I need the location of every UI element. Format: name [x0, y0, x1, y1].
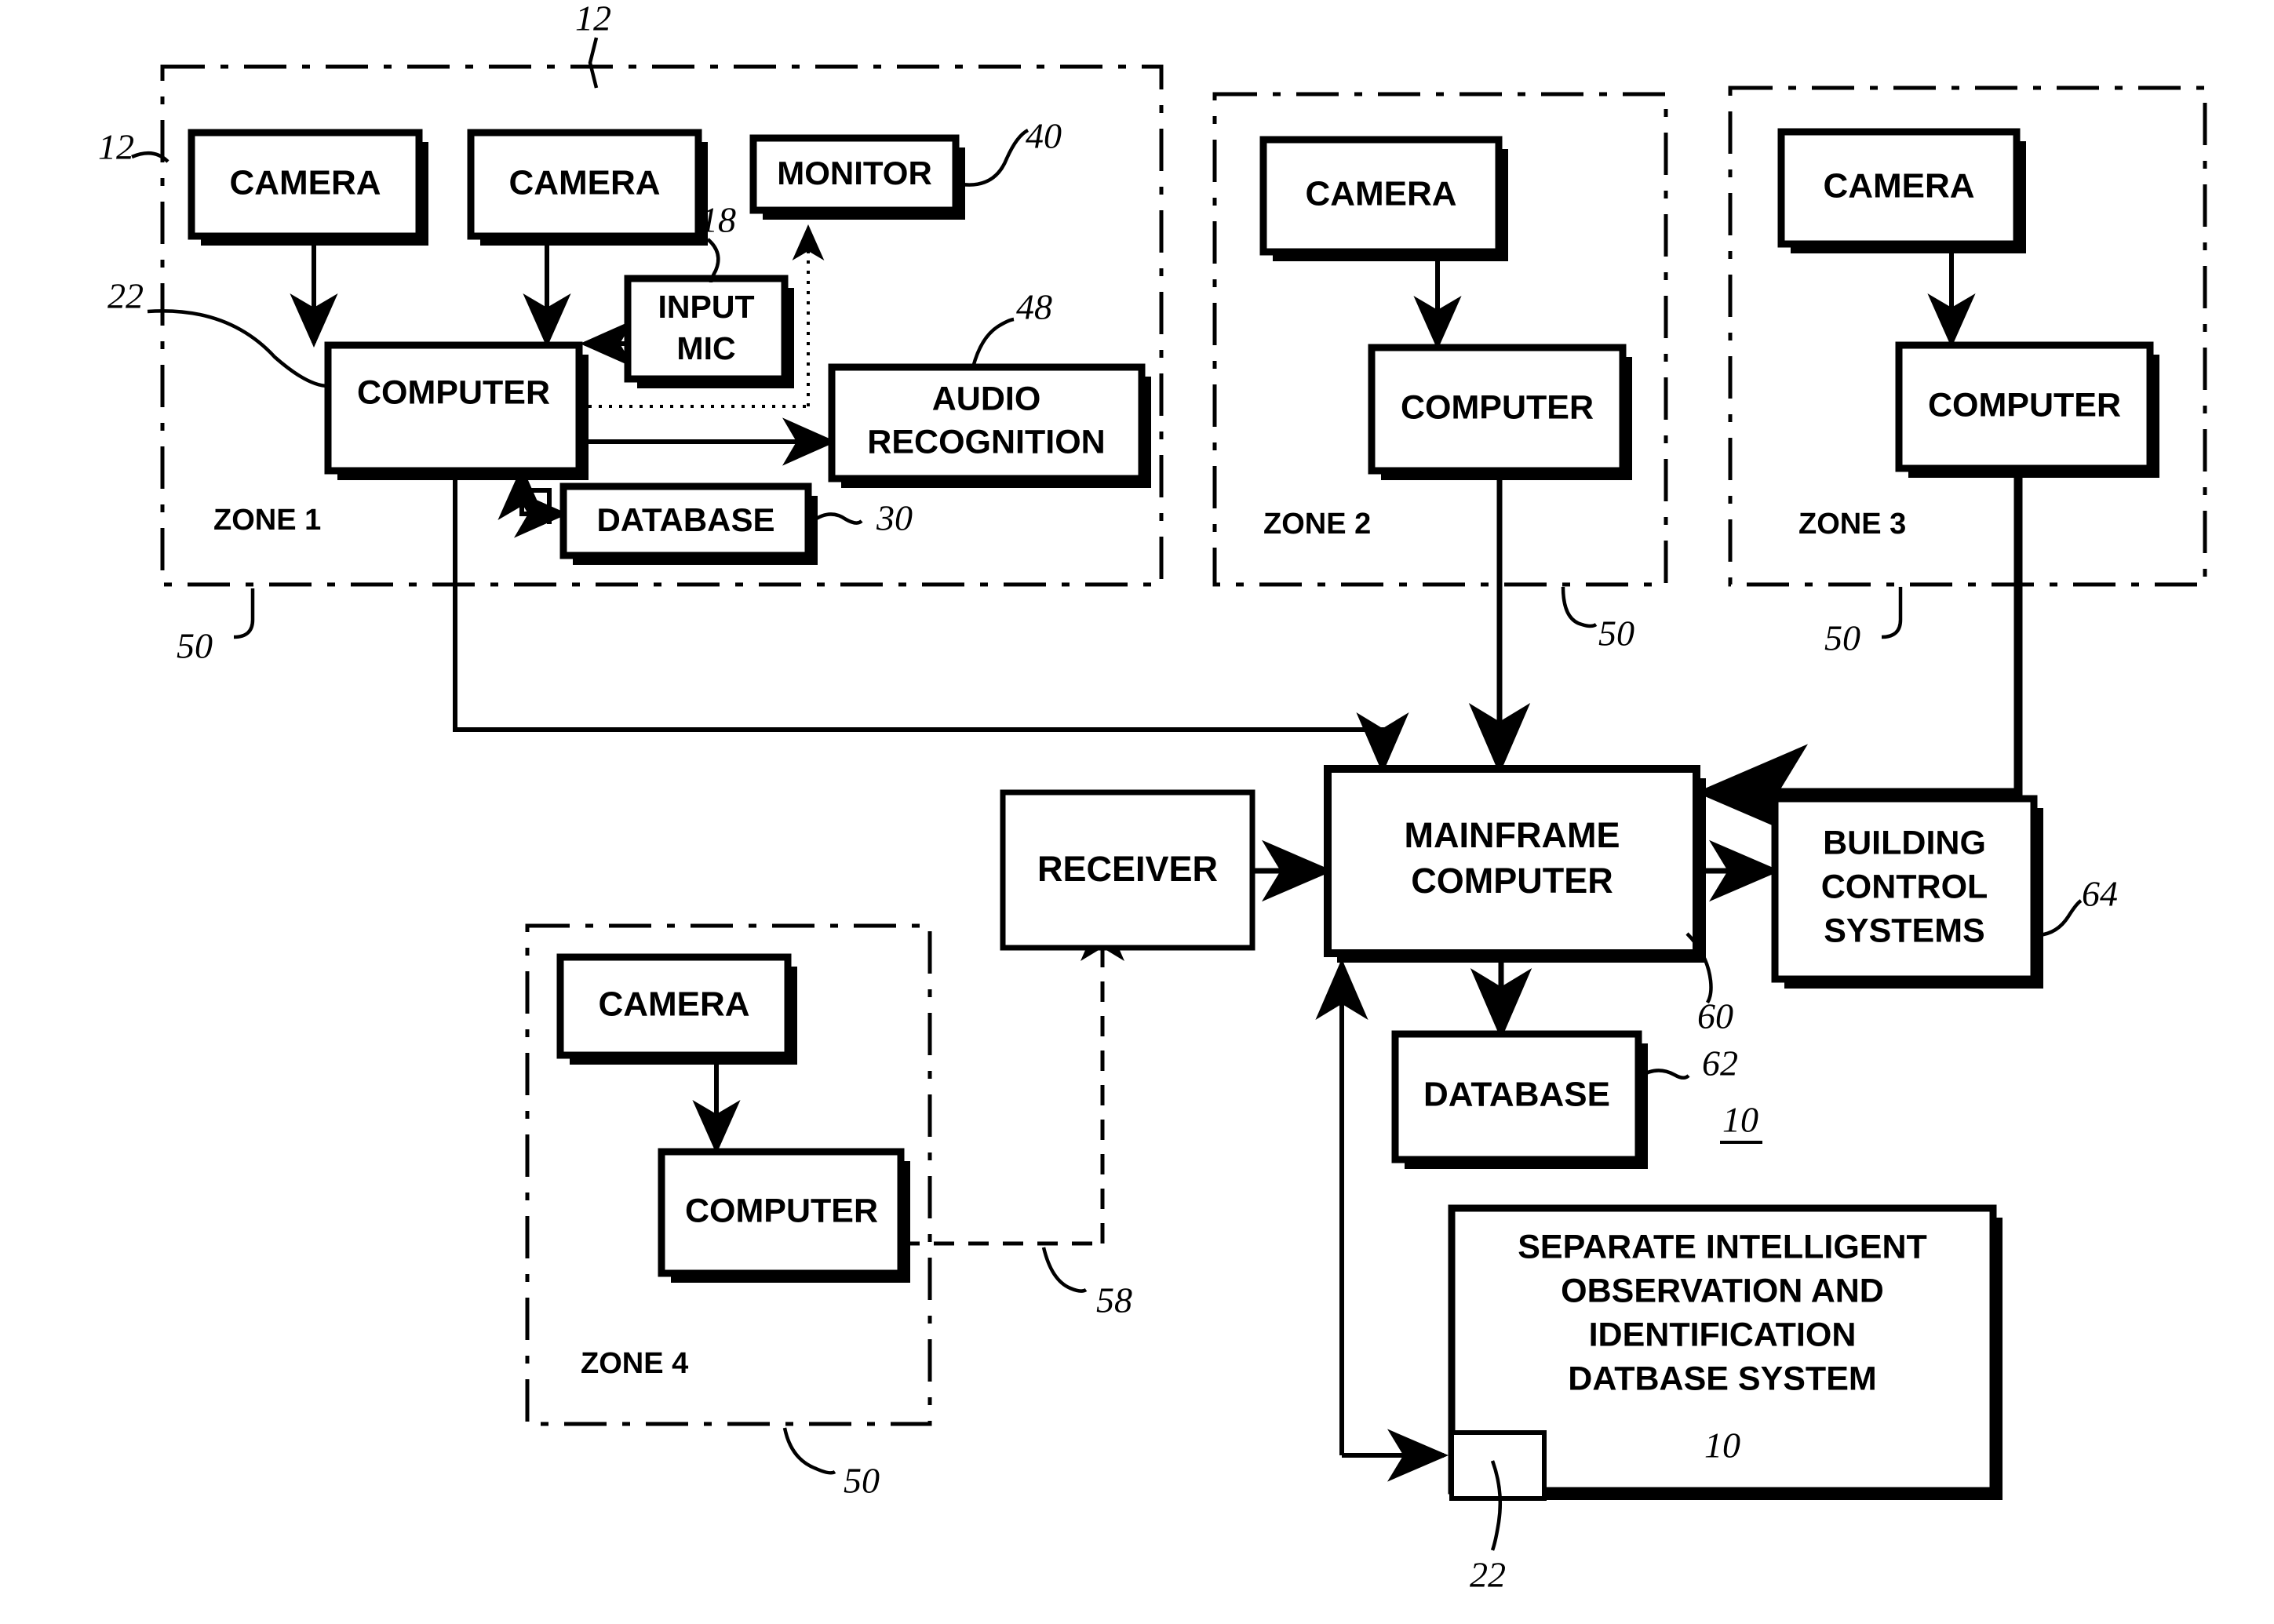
ref-10-system: 10	[1722, 1100, 1758, 1140]
leader-ref30-database	[811, 512, 863, 525]
leader-ref22-sioids	[1490, 1460, 1503, 1551]
ref-30-database: 30	[876, 498, 913, 538]
ref-50-zone1: 50	[177, 626, 213, 666]
reference-numerals-layer: 12 12 22 40 18 48 30 50 50 50 50 58 60 6…	[98, 0, 2118, 1595]
ref-64-buildingcontrol: 64	[2082, 874, 2118, 914]
leader-ref62-database	[1638, 1069, 1690, 1080]
leader-ref50-zone2	[1561, 586, 1598, 628]
ref-58-wireless: 58	[1096, 1280, 1132, 1320]
leader-ref50-zone4	[782, 1427, 836, 1475]
leader-ref50-zone3	[1881, 587, 1903, 639]
ref-62-database: 62	[1702, 1043, 1738, 1083]
leader-ref22-z1computer	[147, 309, 329, 388]
ref-60-mainframe: 60	[1697, 996, 1733, 1036]
ref-48-audiorecognition: 48	[1016, 287, 1052, 327]
ref-40-monitor: 40	[1026, 116, 1062, 156]
ref-12-top: 12	[575, 0, 611, 38]
leader-ref48-audiorecognition	[971, 317, 1015, 368]
leader-ref50-zone1	[233, 588, 255, 639]
ref-50-zone3: 50	[1824, 618, 1860, 658]
leader-ref64-buildingcontrol	[2038, 899, 2083, 938]
leader-ref40-monitor	[961, 128, 1029, 187]
patent-figure-sheet: receiver --> CAMERA CAMERA	[0, 0, 2274, 1624]
ref-50-zone2: 50	[1598, 614, 1634, 654]
leader-ref12-left	[131, 151, 169, 163]
leader-ref58-wireless	[1041, 1247, 1088, 1293]
ref-12-left: 12	[98, 127, 134, 167]
ref-22-sioids: 22	[1470, 1555, 1506, 1595]
ref-18-inputmic: 18	[700, 200, 736, 240]
ref-22-z1computer: 22	[108, 276, 144, 316]
ref-50-zone4: 50	[844, 1461, 880, 1501]
leader-ref18-inputmic	[706, 238, 720, 283]
leader-ref60-mainframe	[1685, 932, 1713, 1004]
leader-ref12-top	[588, 37, 599, 89]
